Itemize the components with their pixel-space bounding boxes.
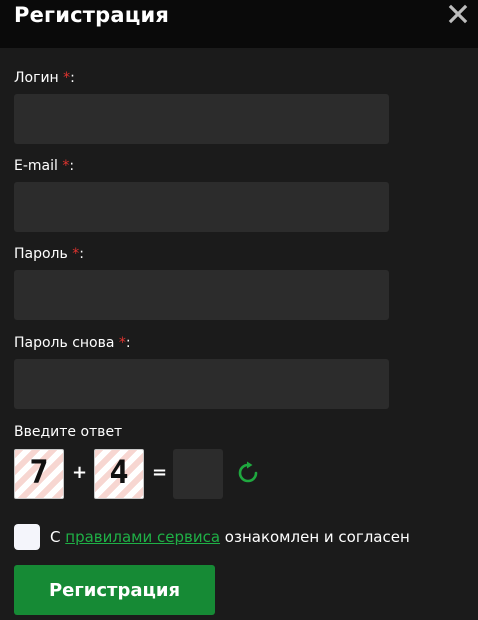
refresh-icon[interactable] — [235, 460, 261, 486]
close-icon[interactable] — [446, 2, 470, 26]
register-button[interactable]: Регистрация — [14, 565, 215, 615]
password-repeat-label: Пароль снова *: — [14, 335, 131, 351]
login-input[interactable] — [14, 94, 389, 144]
password-label: Пароль *: — [14, 246, 84, 262]
agree-checkbox[interactable] — [14, 524, 40, 550]
password-repeat-input[interactable] — [14, 359, 389, 409]
captcha-operand-1: 7 — [14, 449, 64, 499]
agreement-text: С правилами сервиса ознакомлен и согласе… — [50, 528, 410, 546]
required-mark: * — [118, 335, 126, 351]
login-label: Логин *: — [14, 70, 75, 86]
modal-header: Регистрация — [0, 0, 478, 48]
captcha-equals: = — [152, 462, 168, 483]
captcha-operand-2: 4 — [94, 449, 144, 499]
captcha-answer-input[interactable] — [173, 449, 223, 499]
email-input[interactable] — [14, 182, 389, 232]
password-input[interactable] — [14, 270, 389, 320]
captcha-prompt: Введите ответ — [14, 424, 123, 440]
service-rules-link[interactable]: правилами сервиса — [65, 528, 220, 546]
email-label: E-mail *: — [14, 158, 75, 174]
modal-title: Регистрация — [14, 3, 170, 27]
captcha-operator: + — [72, 462, 88, 483]
